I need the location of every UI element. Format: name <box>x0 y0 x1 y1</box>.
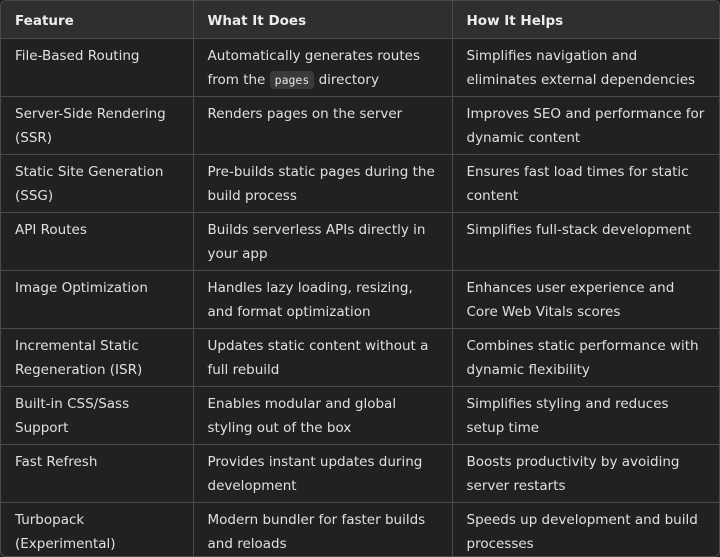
cell-what-it-does: Updates static content without a full re… <box>193 328 453 387</box>
cell-feature: Turbopack (Experimental) <box>1 502 194 556</box>
table-row: Fast Refresh Provides instant updates du… <box>1 444 719 503</box>
cell-how-it-helps: Simplifies full-stack development <box>452 212 719 271</box>
cell-feature: Image Optimization <box>1 270 194 329</box>
cell-how-it-helps: Simplifies navigation and eliminates ext… <box>452 38 719 97</box>
cell-what-it-does: Pre-builds static pages during the build… <box>193 154 453 213</box>
table-body: File-Based Routing Automatically generat… <box>1 38 719 556</box>
cell-what-it-does: Automatically generates routes from the … <box>193 38 453 97</box>
cell-what-it-does: Renders pages on the server <box>193 96 453 155</box>
cell-what-it-does: Builds serverless APIs directly in your … <box>193 212 453 271</box>
cell-feature: Incremental Static Regeneration (ISR) <box>1 328 194 387</box>
cell-how-it-helps: Speeds up development and build processe… <box>466 511 698 552</box>
cell-how-it-helps: Combines static performance with dynamic… <box>452 328 719 387</box>
cell-feature: Server-Side Rendering (SSR) <box>1 96 194 155</box>
cell-feature: File-Based Routing <box>1 38 194 97</box>
cell-what-it-does: Modern bundler for faster builds and rel… <box>193 502 453 556</box>
features-table-container: Feature What It Does How It Helps File-B… <box>0 0 720 557</box>
cell-feature: Static Site Generation (SSG) <box>1 154 194 213</box>
table-row: API Routes Builds serverless APIs direct… <box>1 212 719 271</box>
table-row: Incremental Static Regeneration (ISR) Up… <box>1 328 719 387</box>
table-row: File-Based Routing Automatically generat… <box>1 38 719 97</box>
cell-what-it-does: Handles lazy loading, resizing, and form… <box>193 270 453 329</box>
cell-feature: Built-in CSS/Sass Support <box>1 386 194 445</box>
table-row: Built-in CSS/Sass Support Enables modula… <box>1 386 719 445</box>
cell-what-it-does: Enables modular and global styling out o… <box>193 386 453 445</box>
cell-feature: API Routes <box>1 212 194 271</box>
header-row: Feature What It Does How It Helps <box>1 1 719 39</box>
header-what-it-does: What It Does <box>193 1 453 39</box>
cell-text: directory <box>314 71 379 88</box>
table-header: Feature What It Does How It Helps <box>1 1 719 39</box>
table-row: Static Site Generation (SSG) Pre-builds … <box>1 154 719 213</box>
table-row: Server-Side Rendering (SSR) Renders page… <box>1 96 719 155</box>
cell-how-it-helps: Ensures fast load times for static conte… <box>452 154 719 213</box>
cell-how-it-helps: Enhances user experience and Core Web Vi… <box>452 270 719 329</box>
cell-feature: Fast Refresh <box>1 444 194 503</box>
inline-code: pages <box>269 70 315 89</box>
table-row: Turbopack (Experimental) Modern bundler … <box>1 502 719 556</box>
header-feature: Feature <box>1 1 194 39</box>
cell-what-it-does: Provides instant updates during developm… <box>193 444 453 503</box>
cell-how-it-helps: Simplifies styling and reduces setup tim… <box>452 386 719 445</box>
cell-how-it-helps: Improves SEO and performance for dynamic… <box>452 96 719 155</box>
features-table: Feature What It Does How It Helps File-B… <box>1 1 719 556</box>
header-how-it-helps: How It Helps <box>452 1 719 39</box>
cell-how-it-helps: Boosts productivity by avoiding server r… <box>452 444 719 503</box>
table-row: Image Optimization Handles lazy loading,… <box>1 270 719 329</box>
